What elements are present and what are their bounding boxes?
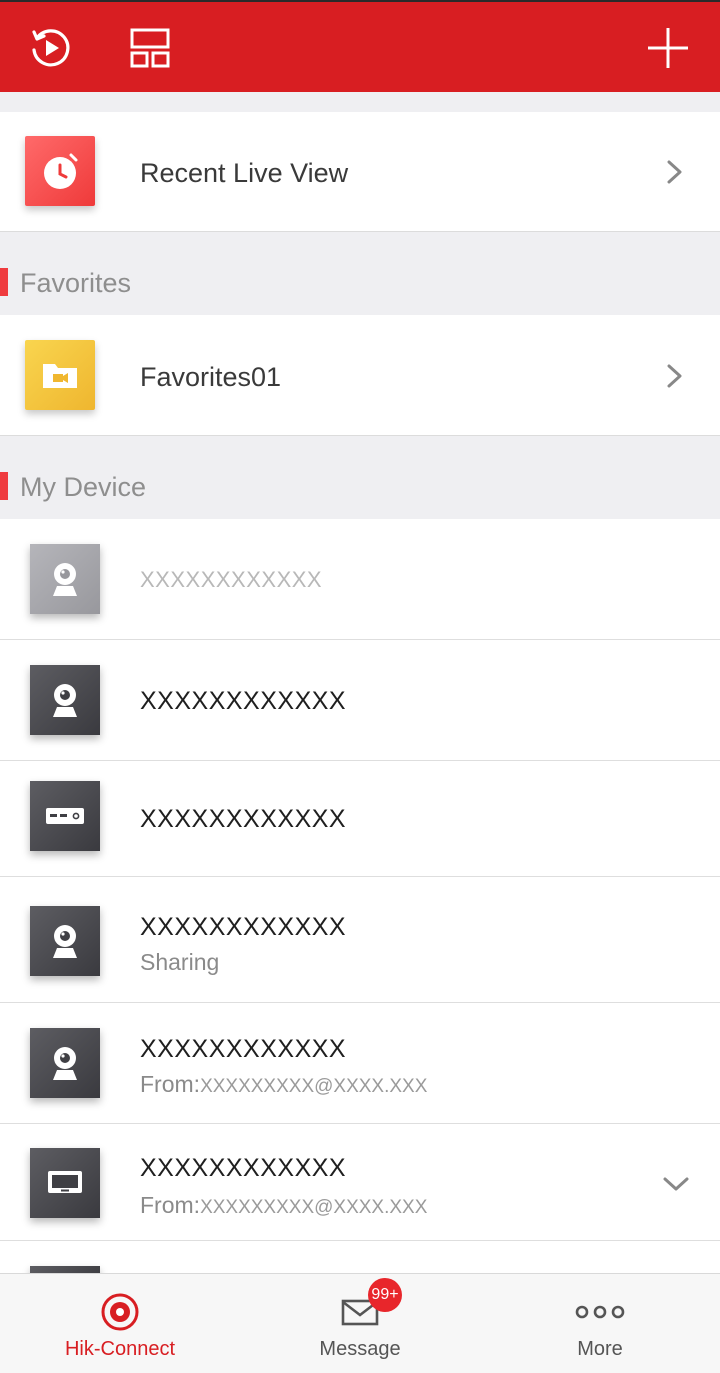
nav-label: More <box>577 1338 623 1360</box>
layout-grid-icon[interactable] <box>126 24 174 72</box>
add-icon[interactable] <box>644 24 692 72</box>
section-accent-bar <box>0 472 8 500</box>
nav-hik-connect[interactable]: Hik-Connect <box>0 1274 240 1373</box>
nav-label: Message <box>319 1338 401 1360</box>
from-label: From: <box>140 1071 201 1097</box>
favorites-item-label: Favorites01 <box>140 362 282 392</box>
device-shared-from: From:XXXXXXXXX@XXXX.XXX <box>140 1071 427 1098</box>
recent-live-view-label: Recent Live View <box>140 158 349 188</box>
device-row[interactable]: XXXXXXXXXXXX From:XXXXXXXXX@XXXX.XXX <box>0 1124 720 1241</box>
alarm-clock-icon <box>25 136 95 206</box>
hik-connect-icon <box>100 1292 140 1332</box>
nav-label: Hik-Connect <box>64 1338 176 1360</box>
chevron-down-icon[interactable] <box>662 1172 690 1196</box>
bottom-navigation: Hik-Connect 99+ Message More <box>0 1273 720 1373</box>
more-dots-icon <box>574 1292 626 1332</box>
device-row[interactable]: XXXXXXXXXXXX From:XXXXXXXXX@XXXX.XXX <box>0 1003 720 1124</box>
device-name: XXXXXXXXXXXX <box>140 913 347 941</box>
from-label: From: <box>140 1192 201 1218</box>
camera-icon <box>30 665 100 735</box>
chevron-right-icon <box>662 160 686 184</box>
camera-icon <box>30 1028 100 1098</box>
my-device-section-title: My Device <box>20 472 147 502</box>
device-name: XXXXXXXXXXXX <box>140 687 347 715</box>
device-row[interactable]: XXXXXXXXXXXX Sharing <box>0 877 720 1003</box>
nav-message[interactable]: 99+ Message <box>240 1274 480 1373</box>
unread-badge: 99+ <box>368 1278 402 1312</box>
nvr-recorder-icon <box>30 781 100 851</box>
device-status: Sharing <box>140 949 220 975</box>
device-row[interactable]: XXXXXXXXXXXX <box>0 640 720 761</box>
favorites-section-title: Favorites <box>20 268 132 298</box>
camera-icon <box>30 906 100 976</box>
favorites-section-header: Favorites <box>0 232 720 315</box>
camera-icon <box>30 544 100 614</box>
folder-camera-icon <box>25 340 95 410</box>
nav-more[interactable]: More <box>480 1274 720 1373</box>
device-name: XXXXXXXXXXXX <box>140 805 347 833</box>
device-row[interactable]: XXXXXXXXXXXX <box>0 761 720 877</box>
from-email: XXXXXXXXX@XXXX.XXX <box>200 1197 428 1218</box>
device-name: XXXXXXXXXXXX <box>140 1035 347 1063</box>
device-name: XXXXXXXXXXXX <box>140 1154 347 1182</box>
device-shared-from: From:XXXXXXXXX@XXXX.XXX <box>140 1192 427 1219</box>
device-name: XXXXXXXXXXXX <box>140 567 323 592</box>
playback-history-icon[interactable] <box>26 24 74 72</box>
my-device-section-header: My Device <box>0 436 720 519</box>
chevron-right-icon <box>662 364 686 388</box>
top-app-bar <box>0 0 720 92</box>
device-row[interactable]: XXXXXXXXXXXX <box>0 519 720 640</box>
monitor-icon <box>30 1148 100 1218</box>
section-accent-bar <box>0 268 8 296</box>
recent-live-view-row[interactable]: Recent Live View <box>0 112 720 232</box>
favorites-item[interactable]: Favorites01 <box>0 315 720 436</box>
from-email: XXXXXXXXX@XXXX.XXX <box>200 1076 428 1097</box>
